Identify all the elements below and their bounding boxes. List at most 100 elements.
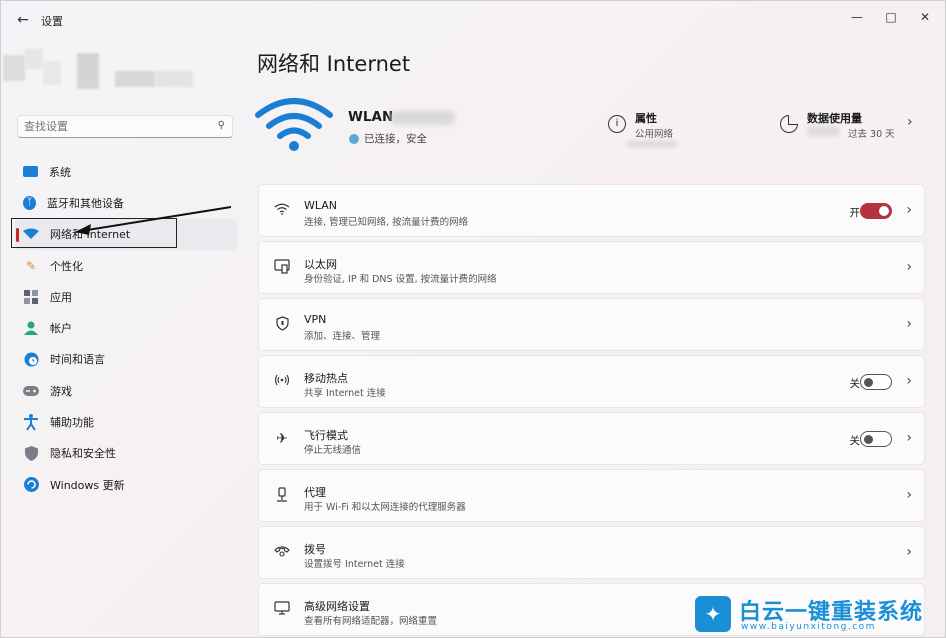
proxy-icon xyxy=(273,487,291,505)
sidebar-item-accounts[interactable]: 帐户 xyxy=(15,312,237,343)
network-name-blurred xyxy=(391,111,455,125)
network-status-text: 已连接，安全 xyxy=(364,133,427,145)
minimize-icon: — xyxy=(851,10,863,24)
data-usage-subtitle: 过去 30 天 xyxy=(848,129,895,140)
sidebar-item-apps[interactable]: 应用 xyxy=(15,281,237,312)
sidebar-item-label: 时间和语言 xyxy=(50,353,105,367)
shield-icon xyxy=(23,445,39,461)
chevron-right-icon: › xyxy=(906,430,912,446)
data-usage-blurred xyxy=(807,126,839,136)
chevron-right-icon: › xyxy=(906,373,912,389)
user-profile-blurred[interactable] xyxy=(3,49,223,97)
hotspot-toggle[interactable] xyxy=(860,374,892,390)
bluetooth-icon: ᛉ xyxy=(23,195,36,210)
card-title: 飞行模式 xyxy=(304,429,348,442)
ethernet-icon xyxy=(273,259,291,277)
search-input[interactable] xyxy=(24,118,204,135)
sidebar-item-privacy[interactable]: 隐私和安全性 xyxy=(15,438,237,469)
chevron-right-icon: › xyxy=(906,544,912,560)
sidebar-item-time-language[interactable]: 时间和语言 xyxy=(15,344,237,375)
advanced-network-icon xyxy=(273,601,291,619)
person-icon xyxy=(23,320,39,336)
chevron-right-icon: › xyxy=(906,487,912,503)
update-icon xyxy=(23,477,39,493)
sidebar-item-label: 辅助功能 xyxy=(50,416,94,430)
search-icon[interactable]: ⚲ xyxy=(218,120,225,131)
sidebar-item-personalization[interactable]: ✎ 个性化 xyxy=(15,250,237,281)
sidebar-item-system[interactable]: 系统 xyxy=(15,156,237,187)
close-button[interactable]: ✕ xyxy=(911,7,939,27)
hotspot-icon xyxy=(273,373,291,391)
card-title: 以太网 xyxy=(304,258,337,271)
toggle-state-label: 开 xyxy=(849,207,861,219)
sidebar-item-label: 游戏 xyxy=(50,384,72,398)
sidebar-item-gaming[interactable]: 游戏 xyxy=(15,375,237,406)
search-box[interactable]: ⚲ xyxy=(17,115,233,138)
bird-logo-icon: ✦ xyxy=(695,596,731,632)
close-icon: ✕ xyxy=(919,10,931,24)
chevron-right-icon: › xyxy=(906,259,912,275)
sidebar-item-label: 系统 xyxy=(49,165,71,179)
card-desc: 设置拨号 Internet 连接 xyxy=(304,559,405,570)
card-wlan[interactable]: WLAN 连接, 管理已知网络, 按流量计费的网络 开 › xyxy=(258,184,925,237)
data-usage-title[interactable]: 数据使用量 xyxy=(807,110,862,126)
gamepad-icon xyxy=(23,383,39,399)
airplane-icon: ✈ xyxy=(276,431,288,447)
wifi-icon xyxy=(273,202,291,220)
network-status: 已连接，安全 xyxy=(349,131,427,146)
sidebar-item-windows-update[interactable]: Windows 更新 xyxy=(15,469,237,500)
brush-icon: ✎ xyxy=(25,258,37,273)
card-title: WLAN xyxy=(304,199,338,212)
watermark: ✦ 白云一键重装系统 www.baiyunxitong.com xyxy=(695,594,943,636)
settings-window: ← 设置 — □ ✕ ⚲ 系统 ᛉ 蓝牙和其他设备 网络和 Interne xyxy=(0,0,946,638)
card-desc: 停止无线通信 xyxy=(304,445,362,456)
maximize-icon: □ xyxy=(885,10,897,24)
card-title: 高级网络设置 xyxy=(304,600,370,613)
chevron-right-icon[interactable]: › xyxy=(907,114,913,130)
info-icon[interactable]: i xyxy=(608,115,626,133)
apps-icon xyxy=(23,289,39,305)
card-desc: 添加、连接、管理 xyxy=(304,331,381,342)
card-ethernet[interactable]: 以太网 身份验证, IP 和 DNS 设置, 按流量计费的网络 › xyxy=(258,241,925,294)
properties-subtitle: 公用网络 xyxy=(635,129,674,140)
watermark-url: www.baiyunxitong.com xyxy=(741,622,876,632)
card-desc: 查看所有网络适配器，网络重置 xyxy=(304,616,438,627)
sidebar-item-label: 隐私和安全性 xyxy=(50,447,116,461)
chevron-right-icon: › xyxy=(906,316,912,332)
card-vpn[interactable]: VPN 添加、连接、管理 › xyxy=(258,298,925,351)
monitor-icon xyxy=(23,166,38,178)
properties-blurred xyxy=(627,141,677,147)
wlan-toggle[interactable] xyxy=(860,203,892,219)
card-mobile-hotspot[interactable]: 移动热点 共享 Internet 连接 关 › xyxy=(258,355,925,408)
airplane-toggle[interactable] xyxy=(860,431,892,447)
chevron-right-icon: › xyxy=(906,202,912,218)
sidebar-item-label: 帐户 xyxy=(50,322,72,336)
sidebar-item-label: Windows 更新 xyxy=(50,478,125,492)
minimize-button[interactable]: — xyxy=(843,7,871,27)
card-title: 代理 xyxy=(304,486,326,499)
card-title: 移动热点 xyxy=(304,372,348,385)
toggle-state-label: 关 xyxy=(849,435,861,447)
card-airplane-mode[interactable]: ✈ 飞行模式 停止无线通信 关 › xyxy=(258,412,925,465)
sidebar-item-accessibility[interactable]: 辅助功能 xyxy=(15,406,237,437)
card-title: 拨号 xyxy=(304,543,326,556)
card-desc: 连接, 管理已知网络, 按流量计费的网络 xyxy=(304,217,469,228)
properties-title[interactable]: 属性 xyxy=(635,110,657,126)
globe-icon xyxy=(349,133,359,144)
back-button[interactable]: ← xyxy=(13,10,33,30)
annotation-arrow xyxy=(75,206,232,235)
accessibility-icon xyxy=(23,414,39,431)
sidebar-item-label: 个性化 xyxy=(50,259,83,273)
wifi-large-icon xyxy=(255,98,333,151)
network-name: WLAN xyxy=(348,109,394,125)
app-title: 设置 xyxy=(41,15,63,28)
card-desc: 身份验证, IP 和 DNS 设置, 按流量计费的网络 xyxy=(304,274,497,285)
maximize-button[interactable]: □ xyxy=(877,7,905,27)
page-title: 网络和 Internet xyxy=(257,52,411,76)
data-usage-icon[interactable] xyxy=(780,115,798,133)
card-desc: 共享 Internet 连接 xyxy=(304,388,386,399)
shield-icon xyxy=(273,316,291,334)
card-proxy[interactable]: 代理 用于 Wi-Fi 和以太网连接的代理服务器 › xyxy=(258,469,925,522)
arrow-left-icon: ← xyxy=(17,12,29,28)
card-dialup[interactable]: 拨号 设置拨号 Internet 连接 › xyxy=(258,526,925,579)
